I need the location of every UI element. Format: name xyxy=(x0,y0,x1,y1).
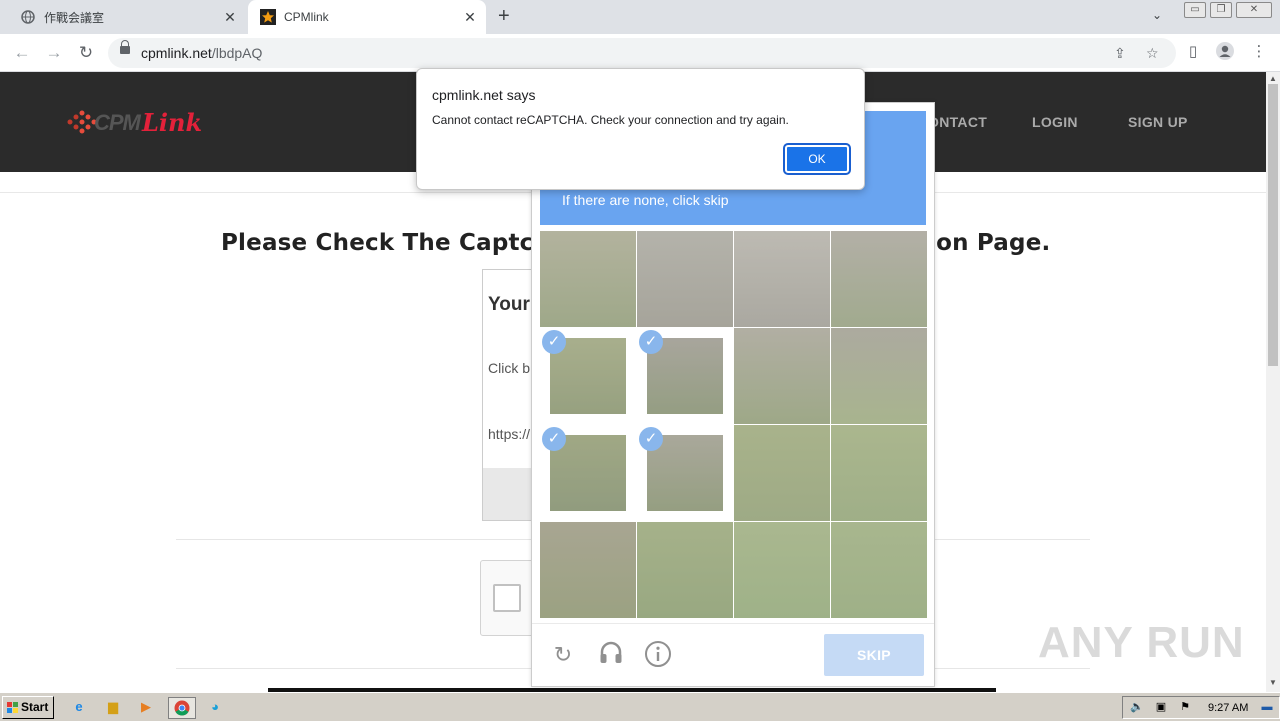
windows-taskbar: Start e ▆ ▶ ◕ 🔈 ▣ ⚑ ▬ 9:27 AM xyxy=(0,692,1280,721)
captcha-tile[interactable] xyxy=(637,522,733,618)
reload-icon[interactable]: ↻ xyxy=(74,41,98,65)
folder-icon[interactable]: ▆ xyxy=(103,697,123,717)
action-center-flag-icon[interactable]: ⚑ xyxy=(1175,697,1195,717)
show-desktop-icon[interactable]: ▬ xyxy=(1257,697,1277,717)
captcha-tile[interactable] xyxy=(540,522,636,618)
logo-link-text: Link xyxy=(142,108,203,137)
recaptcha-checkbox[interactable] xyxy=(493,584,521,612)
back-icon[interactable]: ← xyxy=(10,41,34,65)
share-icon[interactable]: ⇪ xyxy=(1114,45,1126,62)
lock-icon xyxy=(120,40,130,54)
cpmlink-logo[interactable]: CPM Link xyxy=(66,102,206,142)
url-text[interactable]: cpmlink.net/lbdpAQ xyxy=(141,45,262,61)
captcha-tile[interactable] xyxy=(637,231,733,327)
tab-title: 作戰会議室 xyxy=(44,10,105,25)
volume-icon[interactable]: 🔈 xyxy=(1127,697,1147,717)
scroll-thumb[interactable] xyxy=(1268,84,1278,366)
selected-check-icon: ✓ xyxy=(639,330,663,354)
windows-flag-icon xyxy=(7,702,18,713)
edge-icon[interactable]: ◕ xyxy=(205,697,225,717)
captcha-tile[interactable]: ✓ xyxy=(637,328,733,424)
page-scrollbar[interactable]: ▲ ▼ xyxy=(1266,72,1280,692)
tab-title: CPMlink xyxy=(284,10,329,24)
reload-challenge-icon[interactable]: ↻ xyxy=(548,640,578,670)
browser-toolbar: ← → ↻ cpmlink.net/lbdpAQ ⇪ ☆ ▯ ⋮ xyxy=(0,34,1280,72)
side-panel-icon[interactable]: ▯ xyxy=(1182,41,1204,63)
minimize-button[interactable]: ▭ xyxy=(1184,2,1206,18)
scroll-down-icon[interactable]: ▼ xyxy=(1269,678,1277,687)
info-icon[interactable] xyxy=(643,640,673,670)
internet-explorer-icon[interactable]: e xyxy=(69,697,89,717)
new-tab-button[interactable]: + xyxy=(498,5,510,28)
restore-button[interactable]: ❐ xyxy=(1210,2,1232,18)
skip-button[interactable]: SKIP xyxy=(824,634,924,676)
card-title: Your xyxy=(488,294,530,315)
captcha-tile[interactable] xyxy=(831,231,927,327)
selected-check-icon: ✓ xyxy=(542,427,566,451)
captcha-tile[interactable] xyxy=(734,425,830,521)
nav-login[interactable]: LOGIN xyxy=(1032,114,1078,130)
alert-title: cpmlink.net says xyxy=(432,87,536,103)
chrome-taskbar-icon[interactable] xyxy=(168,697,196,719)
tab-search-chevron-icon[interactable]: ⌄ xyxy=(1152,8,1162,22)
card-url[interactable]: https:// xyxy=(488,426,530,442)
forward-icon[interactable]: → xyxy=(42,41,66,65)
alert-dialog: cpmlink.net says Cannot contact reCAPTCH… xyxy=(416,68,865,190)
globe-icon xyxy=(20,9,36,25)
network-icon[interactable]: ▣ xyxy=(1151,697,1171,717)
captcha-tile[interactable]: ✓ xyxy=(540,425,636,521)
system-tray: 🔈 ▣ ⚑ ▬ xyxy=(1122,696,1280,719)
card-text: Click b xyxy=(488,360,531,376)
alert-message: Cannot contact reCAPTCHA. Check your con… xyxy=(432,113,789,127)
captcha-tile[interactable] xyxy=(831,425,927,521)
page-headline: Please Check The Captcha xyxy=(221,230,566,256)
cpmlink-favicon xyxy=(260,9,276,25)
profile-icon[interactable] xyxy=(1214,41,1236,63)
address-bar[interactable]: cpmlink.net/lbdpAQ ⇪ ☆ xyxy=(108,38,1176,68)
audio-challenge-icon[interactable] xyxy=(596,640,626,670)
captcha-tile[interactable] xyxy=(734,328,830,424)
divider xyxy=(532,623,934,624)
nav-contact[interactable]: ONTACT xyxy=(928,114,987,130)
anyrun-watermark: ANY RUN xyxy=(1038,618,1245,667)
selected-check-icon: ✓ xyxy=(639,427,663,451)
recaptcha-instruction: If there are none, click skip xyxy=(562,192,729,208)
close-window-button[interactable]: ✕ xyxy=(1236,2,1272,18)
image-grid: ✓ ✓ ✓ ✓ xyxy=(540,231,927,618)
clock[interactable]: 9:27 AM xyxy=(1208,702,1248,714)
ok-button[interactable]: OK xyxy=(783,143,851,175)
close-tab-icon[interactable]: ✕ xyxy=(220,9,240,26)
captcha-tile[interactable] xyxy=(734,522,830,618)
browser-tab-bar: 作戰会議室 ✕ CPMlink ✕ + ⌄ ▭ ❐ ✕ xyxy=(0,0,1280,34)
selected-check-icon: ✓ xyxy=(542,330,566,354)
page-headline-end: ion Page. xyxy=(928,230,1051,256)
captcha-tile[interactable]: ✓ xyxy=(540,328,636,424)
captcha-tile[interactable]: ✓ xyxy=(637,425,733,521)
captcha-tile[interactable] xyxy=(831,328,927,424)
close-tab-icon[interactable]: ✕ xyxy=(460,9,480,26)
nav-signup[interactable]: SIGN UP xyxy=(1128,114,1188,130)
start-button[interactable]: Start xyxy=(2,696,54,719)
menu-kebab-icon[interactable]: ⋮ xyxy=(1248,41,1270,63)
media-player-icon[interactable]: ▶ xyxy=(136,697,156,717)
logo-cpm-text: CPM xyxy=(94,110,141,135)
bookmark-star-icon[interactable]: ☆ xyxy=(1146,45,1159,62)
tab-inactive[interactable]: 作戰会議室 ✕ xyxy=(8,0,246,34)
scroll-up-icon[interactable]: ▲ xyxy=(1269,74,1277,83)
captcha-tile[interactable] xyxy=(540,231,636,327)
captcha-tile[interactable] xyxy=(734,231,830,327)
tab-active[interactable]: CPMlink ✕ xyxy=(248,0,486,34)
captcha-tile[interactable] xyxy=(831,522,927,618)
